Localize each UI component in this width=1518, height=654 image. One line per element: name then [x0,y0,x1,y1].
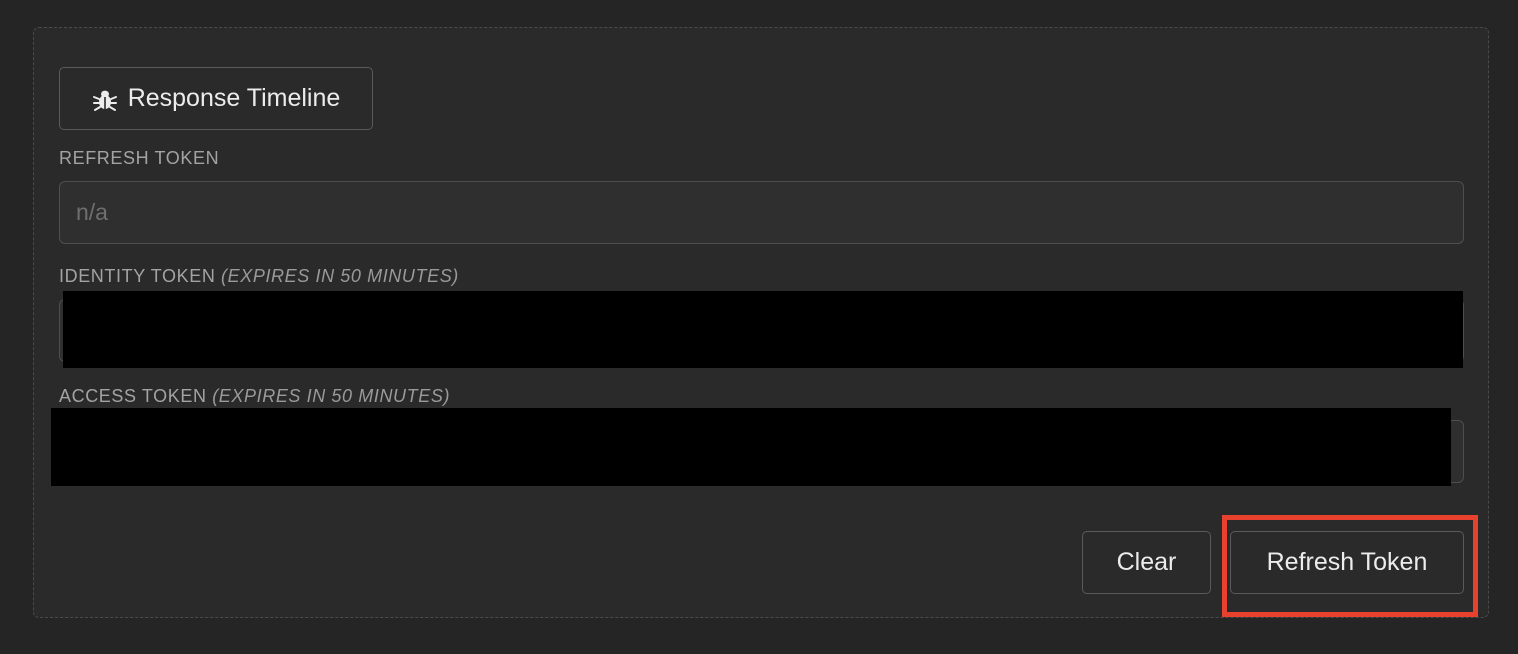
refresh-token-label: REFRESH TOKEN [59,148,219,169]
response-timeline-label: Response Timeline [127,84,341,112]
refresh-token-input[interactable] [59,181,1464,244]
identity-token-redaction [63,291,1463,368]
clear-button-label: Clear [1116,548,1177,576]
identity-token-label: IDENTITY TOKEN (EXPIRES IN 50 MINUTES) [59,266,459,287]
bug-icon [92,86,118,112]
response-timeline-button[interactable]: Response Timeline [59,67,373,130]
refresh-token-highlight [1222,515,1478,617]
access-token-expiry: (EXPIRES IN 50 MINUTES) [212,386,451,406]
access-token-label: ACCESS TOKEN (EXPIRES IN 50 MINUTES) [59,386,450,407]
access-token-redaction [51,408,1451,486]
clear-button[interactable]: Clear [1082,531,1211,594]
identity-token-expiry: (EXPIRES IN 50 MINUTES) [221,266,459,286]
access-token-label-text: ACCESS TOKEN [59,386,207,406]
identity-token-label-text: IDENTITY TOKEN [59,266,216,286]
refresh-token-label-text: REFRESH TOKEN [59,148,220,168]
